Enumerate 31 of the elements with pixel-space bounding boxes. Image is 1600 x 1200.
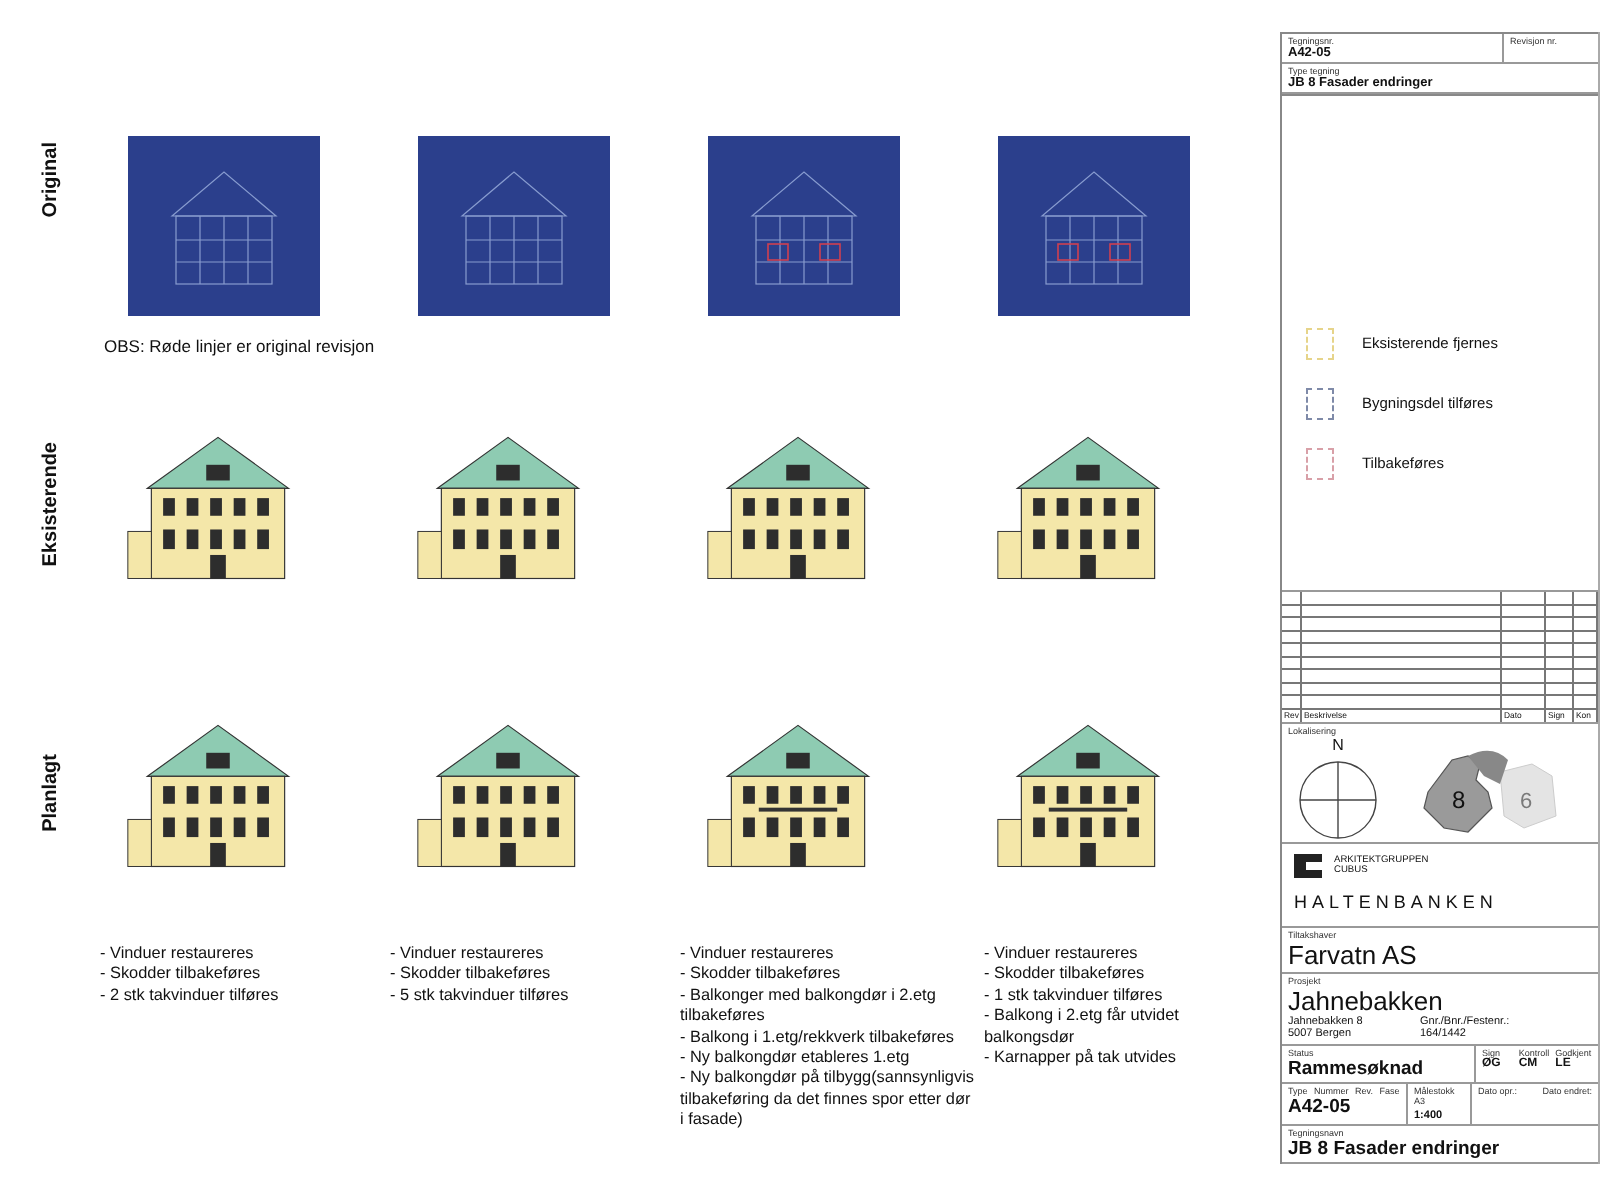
change-note: - Vinduer restaureres (390, 944, 546, 965)
change-note: - 5 stk takvinduer tilføres (390, 985, 571, 1007)
note-text: OBS: Røde linjer er original revisjon (104, 336, 377, 356)
change-note: - Skodder tilbakeføres (680, 964, 843, 986)
change-note: - Vinduer restaureres (680, 944, 836, 965)
compass-icon (1298, 759, 1378, 840)
change-note: - 2 stk takvinduer tilføres (100, 985, 281, 1007)
drawing-name: JB 8 Fasader endringer (1288, 1138, 1502, 1160)
drawing-number: A42-05 (1288, 1096, 1353, 1118)
north-label: N (1332, 735, 1344, 754)
brand-name: HALTENBANKEN (1294, 891, 1500, 912)
change-note: - Skodder tilbakeføres (390, 964, 553, 986)
change-note: - Ny balkongdør etableres 1.etg (680, 1048, 912, 1068)
firm-logo-icon (1294, 853, 1322, 878)
status-value: Rammesøknad (1288, 1058, 1426, 1080)
change-note: - 1 stk takvinduer tilføres (984, 985, 1165, 1007)
change-note: - Balkong i 2.etg får utvidet balkongsdør (984, 1006, 1181, 1048)
change-note: - Balkong i 1.etg/rekkverk tilbakeføres (680, 1027, 956, 1049)
change-note: - Vinduer restaureres (100, 944, 256, 965)
change-note: - Vinduer restaureres (984, 944, 1140, 965)
row-label: Planlagt (39, 753, 61, 831)
change-note: - Skodder tilbakeføres (984, 964, 1147, 986)
change-note: - Ny balkongdør på tilbygg(sannsynligvis tilbakeføring da det finnes spor etter dør i fasade) (680, 1068, 976, 1132)
change-note: - Karnapper på tak utvides (984, 1048, 1179, 1069)
project-name: Jahnebakken (1288, 986, 1445, 1016)
change-note: - Skodder tilbakeføres (100, 964, 263, 986)
site-plan-drawing: 8 6 (1388, 735, 1588, 836)
row-label: Original (39, 142, 61, 218)
change-note: - Balkonger med balkongdør i 2.etg tilbakeføres (680, 985, 938, 1028)
client-name: Farvatn AS (1288, 940, 1419, 970)
row-label: Eksisterende (39, 441, 61, 567)
